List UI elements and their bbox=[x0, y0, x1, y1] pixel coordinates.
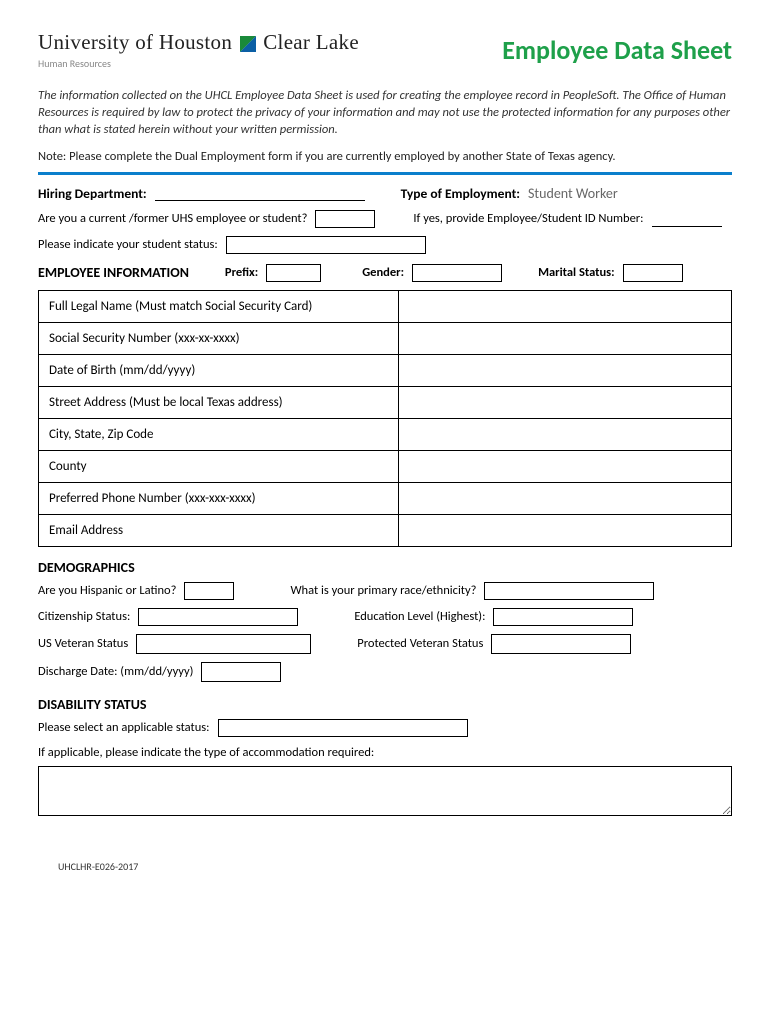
protected-veteran-label: Protected Veteran Status bbox=[357, 636, 483, 651]
university-name: University of Houston Clear Lake bbox=[38, 30, 359, 55]
footer-code: UHCLHR-E026-2017 bbox=[58, 860, 732, 873]
form-title: Employee Data Sheet bbox=[502, 34, 732, 66]
employee-info-title: EMPLOYEE INFORMATION bbox=[38, 264, 189, 281]
hispanic-label: Are you Hispanic or Latino? bbox=[38, 583, 176, 598]
note-paragraph: Note: Please complete the Dual Employmen… bbox=[38, 149, 732, 164]
employee-info-table: Full Legal Name (Must match Social Secur… bbox=[38, 290, 732, 547]
blue-divider bbox=[38, 172, 732, 175]
disability-title: DISABILITY STATUS bbox=[38, 696, 732, 713]
veteran-input[interactable] bbox=[136, 634, 311, 654]
row-label: City, State, Zip Code bbox=[39, 418, 399, 450]
row-input-cell[interactable] bbox=[399, 482, 732, 514]
row-input-cell[interactable] bbox=[399, 450, 732, 482]
hiring-dept-input[interactable] bbox=[155, 185, 365, 201]
citizenship-input[interactable] bbox=[138, 608, 298, 626]
employee-info-header-row: EMPLOYEE INFORMATION Prefix: Gender: Mar… bbox=[38, 264, 732, 282]
citizenship-label: Citizenship Status: bbox=[38, 609, 130, 624]
table-row: Social Security Number (xxx-xx-xxxx) bbox=[39, 322, 732, 354]
prefix-label: Prefix: bbox=[225, 265, 258, 280]
table-row: Email Address bbox=[39, 514, 732, 546]
row-input-cell[interactable] bbox=[399, 418, 732, 450]
discharge-input[interactable] bbox=[201, 662, 281, 682]
row-label: Preferred Phone Number (xxx-xxx-xxxx) bbox=[39, 482, 399, 514]
veteran-row: US Veteran Status Protected Veteran Stat… bbox=[38, 634, 732, 654]
employment-type-value: Student Worker bbox=[528, 185, 618, 202]
row-input-cell[interactable] bbox=[399, 322, 732, 354]
row-input-cell[interactable] bbox=[399, 386, 732, 418]
header: University of Houston Clear Lake Human R… bbox=[38, 30, 732, 70]
uhs-id-label: If yes, provide Employee/Student ID Numb… bbox=[413, 211, 643, 226]
university-prefix: University of Houston bbox=[38, 30, 232, 54]
row-input-cell[interactable] bbox=[399, 354, 732, 386]
row-label: Full Legal Name (Must match Social Secur… bbox=[39, 290, 399, 322]
discharge-row: Discharge Date: (mm/dd/yyyy) bbox=[38, 662, 732, 682]
university-suffix: Clear Lake bbox=[263, 30, 359, 54]
accommodation-label: If applicable, please indicate the type … bbox=[38, 745, 732, 760]
row-label: Date of Birth (mm/dd/yyyy) bbox=[39, 354, 399, 386]
table-row: Date of Birth (mm/dd/yyyy) bbox=[39, 354, 732, 386]
education-label: Education Level (Highest): bbox=[354, 609, 485, 624]
table-row: County bbox=[39, 450, 732, 482]
student-status-row: Please indicate your student status: bbox=[38, 236, 732, 254]
row-label: County bbox=[39, 450, 399, 482]
marital-input[interactable] bbox=[623, 264, 683, 282]
uhs-row: Are you a current /former UHS employee o… bbox=[38, 210, 732, 228]
accommodation-input[interactable] bbox=[38, 766, 732, 816]
discharge-label: Discharge Date: (mm/dd/yyyy) bbox=[38, 664, 193, 679]
row-input-cell[interactable] bbox=[399, 514, 732, 546]
disability-status-input[interactable] bbox=[218, 719, 468, 737]
hr-subtitle: Human Resources bbox=[38, 57, 359, 70]
row-label: Email Address bbox=[39, 514, 399, 546]
prefix-input[interactable] bbox=[266, 264, 321, 282]
hispanic-input[interactable] bbox=[184, 582, 234, 600]
table-row: Full Legal Name (Must match Social Secur… bbox=[39, 290, 732, 322]
hiring-row: Hiring Department: Type of Employment: S… bbox=[38, 185, 732, 202]
education-input[interactable] bbox=[493, 608, 633, 626]
table-row: City, State, Zip Code bbox=[39, 418, 732, 450]
hispanic-row: Are you Hispanic or Latino? What is your… bbox=[38, 582, 732, 600]
row-label: Street Address (Must be local Texas addr… bbox=[39, 386, 399, 418]
citizenship-row: Citizenship Status: Education Level (Hig… bbox=[38, 608, 732, 626]
student-status-label: Please indicate your student status: bbox=[38, 237, 218, 252]
row-label: Social Security Number (xxx-xx-xxxx) bbox=[39, 322, 399, 354]
table-row: Street Address (Must be local Texas addr… bbox=[39, 386, 732, 418]
marital-label: Marital Status: bbox=[538, 265, 615, 280]
logo-block: University of Houston Clear Lake Human R… bbox=[38, 30, 359, 70]
race-label: What is your primary race/ethnicity? bbox=[290, 583, 476, 598]
table-row: Preferred Phone Number (xxx-xxx-xxxx) bbox=[39, 482, 732, 514]
uhs-answer-input[interactable] bbox=[315, 210, 375, 228]
veteran-label: US Veteran Status bbox=[38, 636, 128, 651]
row-input-cell[interactable] bbox=[399, 290, 732, 322]
race-input[interactable] bbox=[484, 582, 654, 600]
demographics-title: DEMOGRAPHICS bbox=[38, 559, 732, 576]
disability-select-row: Please select an applicable status: bbox=[38, 719, 732, 737]
student-status-input[interactable] bbox=[226, 236, 426, 254]
protected-veteran-input[interactable] bbox=[491, 634, 631, 654]
hiring-dept-label: Hiring Department: bbox=[38, 185, 147, 202]
uhs-question-label: Are you a current /former UHS employee o… bbox=[38, 211, 307, 226]
gender-input[interactable] bbox=[412, 264, 502, 282]
employment-type-label: Type of Employment: bbox=[401, 185, 520, 202]
intro-paragraph: The information collected on the UHCL Em… bbox=[38, 88, 732, 139]
gender-label: Gender: bbox=[362, 265, 404, 280]
disability-select-label: Please select an applicable status: bbox=[38, 720, 210, 735]
uhcl-logo-icon bbox=[240, 36, 256, 52]
uhs-id-input[interactable] bbox=[652, 211, 722, 227]
